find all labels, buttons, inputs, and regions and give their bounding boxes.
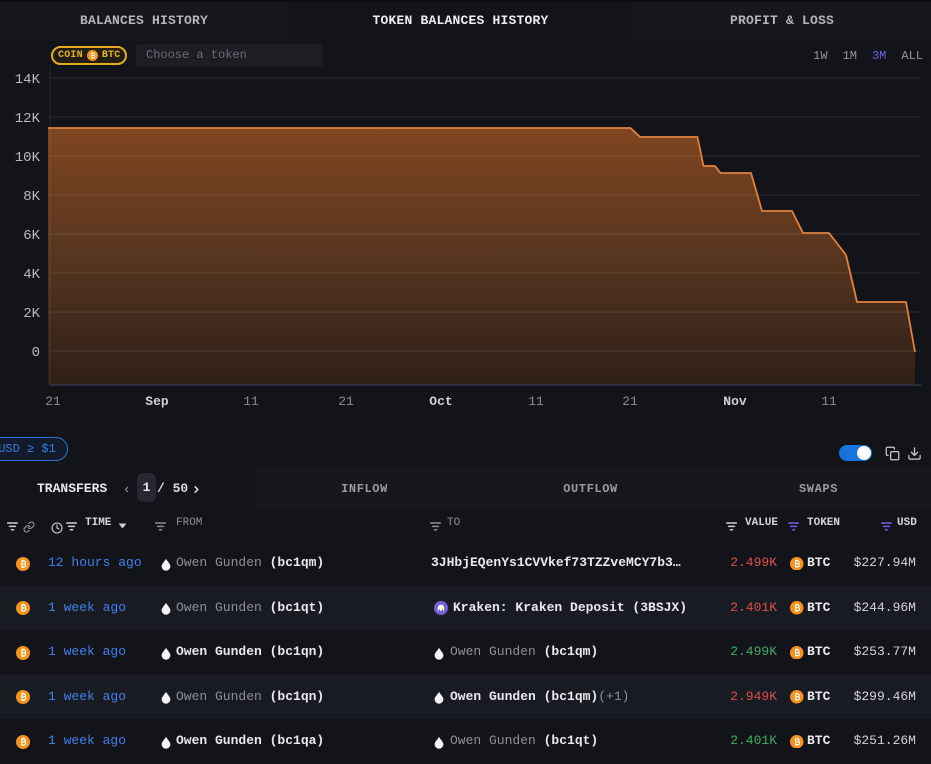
svg-text:6K: 6K	[23, 228, 40, 244]
svg-text:12K: 12K	[15, 111, 41, 127]
svg-text:11: 11	[528, 394, 544, 409]
svg-text:14K: 14K	[15, 72, 41, 88]
svg-text:10K: 10K	[15, 150, 41, 166]
svg-text:21: 21	[622, 394, 638, 409]
svg-text:21: 21	[338, 394, 354, 409]
svg-text:11: 11	[821, 394, 837, 409]
svg-text:Oct: Oct	[429, 394, 452, 409]
svg-text:8K: 8K	[23, 189, 40, 205]
svg-text:11: 11	[243, 394, 259, 409]
svg-text:21: 21	[45, 394, 61, 409]
svg-text:4K: 4K	[23, 267, 40, 283]
svg-text:Sep: Sep	[145, 394, 169, 409]
svg-text:2K: 2K	[23, 306, 40, 322]
svg-text:0: 0	[32, 345, 40, 361]
svg-text:Nov: Nov	[723, 394, 747, 409]
